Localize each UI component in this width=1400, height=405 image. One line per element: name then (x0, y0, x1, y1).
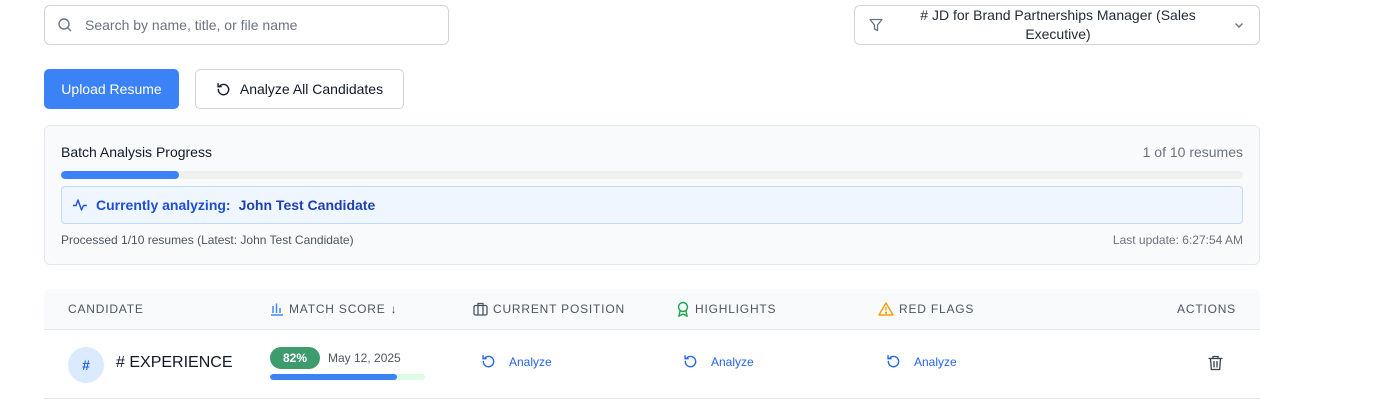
batch-progress-card: Batch Analysis Progress 1 of 10 resumes … (44, 125, 1260, 265)
award-icon (676, 301, 690, 317)
analyze-position-label: Analyze (509, 354, 552, 369)
match-score-bar (270, 374, 425, 380)
job-description-selected: # JD for Brand Partnerships Manager (Sal… (920, 7, 1196, 42)
column-actions: ACTIONS (1177, 289, 1236, 329)
candidates-table: CANDIDATE MATCH SCORE ↓ CURRENT POSITION… (44, 289, 1260, 405)
analyze-all-button[interactable]: Analyze All Candidates (195, 69, 404, 109)
upload-resume-button[interactable]: Upload Resume (44, 69, 179, 109)
match-score-fill (270, 374, 398, 380)
search-box[interactable] (44, 5, 449, 45)
activity-icon (72, 197, 88, 213)
refresh-icon (481, 354, 496, 369)
sort-arrow: ↓ (390, 302, 398, 316)
analyze-all-label: Analyze All Candidates (239, 81, 384, 97)
briefcase-icon (473, 302, 488, 316)
batch-progress-fill (61, 171, 180, 179)
search-icon (57, 17, 73, 33)
currently-analyzing-prefix: Currently analyzing: (96, 197, 231, 213)
bar-chart-icon (270, 302, 284, 316)
column-candidate[interactable]: CANDIDATE (68, 289, 144, 329)
candidate-name[interactable]: # EXPERIENCE (116, 354, 232, 372)
trash-icon[interactable] (1208, 355, 1223, 371)
column-highlights[interactable]: HIGHLIGHTS (676, 289, 776, 329)
column-current-position[interactable]: CURRENT POSITION (473, 289, 625, 329)
batch-progress-bar (61, 171, 1243, 179)
column-match-score[interactable]: MATCH SCORE ↓ (270, 289, 397, 329)
refresh-icon (216, 82, 231, 97)
processed-text: Processed 1/10 resumes (Latest: John Tes… (61, 233, 354, 247)
batch-progress-count: 1 of 10 resumes (1142, 144, 1243, 160)
currently-analyzing-name: John Test Candidate (238, 197, 376, 213)
table-row[interactable]: # # EXPERIENCE 82% May 12, 2025 Analyze … (44, 330, 1260, 399)
column-candidate-label: CANDIDATE (68, 302, 144, 316)
job-description-select[interactable]: # JD for Brand Partnerships Manager (Sal… (854, 5, 1260, 45)
analyze-red-flags-label: Analyze (914, 354, 957, 369)
chevron-down-icon (1233, 19, 1245, 31)
filter-icon (869, 18, 883, 32)
analyze-highlights-label: Analyze (711, 354, 754, 369)
analyze-position-button[interactable]: Analyze (481, 354, 552, 369)
column-red-flags[interactable]: RED FLAGS (878, 289, 974, 329)
column-match-score-label: MATCH SCORE (289, 302, 386, 316)
column-actions-label: ACTIONS (1177, 302, 1236, 316)
match-score-badge: 82% (270, 347, 320, 369)
avatar: # (68, 347, 104, 383)
analyze-red-flags-button[interactable]: Analyze (886, 354, 957, 369)
batch-progress-title: Batch Analysis Progress (61, 144, 212, 160)
column-red-flags-label: RED FLAGS (899, 302, 975, 316)
column-highlights-label: HIGHLIGHTS (695, 302, 777, 316)
refresh-icon (683, 354, 698, 369)
alert-triangle-icon (878, 302, 894, 316)
column-current-position-label: CURRENT POSITION (493, 302, 625, 316)
last-update-text: Last update: 6:27:54 AM (1112, 233, 1243, 247)
currently-analyzing-banner: Currently analyzing: John Test Candidate (61, 186, 1243, 224)
match-score-date: May 12, 2025 (328, 351, 401, 365)
analyze-highlights-button[interactable]: Analyze (683, 354, 754, 369)
table-header: CANDIDATE MATCH SCORE ↓ CURRENT POSITION… (44, 289, 1260, 330)
search-input[interactable] (85, 17, 425, 33)
refresh-icon (886, 354, 901, 369)
